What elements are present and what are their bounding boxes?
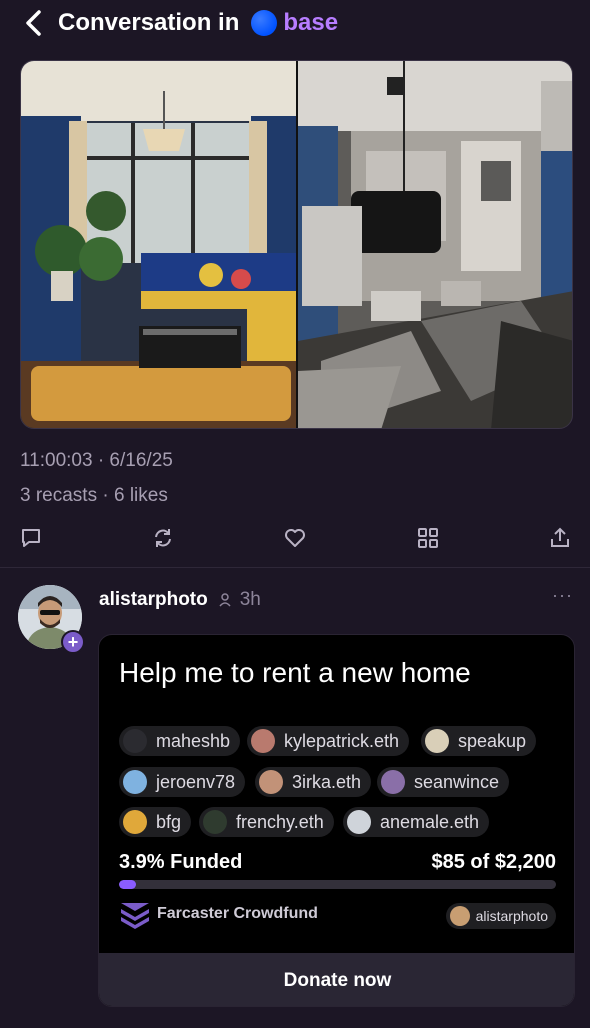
like-icon[interactable]: [283, 526, 307, 550]
avatar: [425, 729, 449, 753]
funding-progress-fill: [119, 880, 137, 889]
donor-chip[interactable]: jeroenv78: [119, 767, 246, 797]
crowdfund-card[interactable]: Help me to rent a new home maheshb kylep…: [98, 634, 575, 1007]
user-icon: [218, 592, 234, 608]
divider: [0, 567, 590, 568]
donor-name: jeroenv78: [156, 771, 236, 792]
crowdfund-footer: Farcaster Crowdfund alistarphoto: [119, 901, 556, 929]
donor-name: anemale.eth: [380, 811, 480, 832]
donor-chip[interactable]: kylepatrick.eth: [247, 726, 410, 756]
reply-icon[interactable]: [19, 526, 43, 550]
share-icon[interactable]: [548, 526, 572, 550]
avatar: [123, 810, 147, 834]
donor-name: maheshb: [156, 730, 231, 751]
donor-name: speakup: [458, 730, 527, 751]
donor-chip[interactable]: 3irka.eth: [255, 767, 372, 797]
reply-author-row: alistarphoto 3h: [99, 588, 261, 612]
cast-action-bar: [0, 520, 590, 556]
donor-chip[interactable]: seanwince: [377, 767, 510, 797]
more-options-icon[interactable]: ···: [552, 585, 573, 606]
avatar: [347, 810, 371, 834]
living-room-photo: [21, 61, 297, 428]
donor-name: frenchy.eth: [236, 811, 324, 832]
cast-timestamp: 11:00:03 · 6/16/25: [20, 450, 173, 471]
author-name[interactable]: alistarphoto: [99, 589, 208, 611]
donor-chip[interactable]: frenchy.eth: [199, 807, 334, 837]
cast-image-collage[interactable]: [20, 60, 573, 429]
funded-percent: 3.9% Funded: [119, 851, 243, 873]
follow-plus-button[interactable]: +: [61, 630, 85, 654]
avatar: [123, 770, 147, 794]
donor-chip[interactable]: bfg: [119, 807, 192, 837]
channel-link[interactable]: base: [283, 9, 338, 37]
owner-chip[interactable]: alistarphoto: [445, 903, 556, 929]
page-title: Conversation in: [58, 9, 240, 36]
donor-name: bfg: [156, 811, 182, 832]
donor-chip[interactable]: speakup: [421, 726, 537, 756]
crowdfund-title: Help me to rent a new home: [119, 657, 471, 688]
donor-name: kylepatrick.eth: [284, 730, 400, 751]
cast-stats[interactable]: 3 recasts · 6 likes: [20, 485, 168, 507]
chevron-left-icon[interactable]: [24, 8, 46, 38]
funding-progress-bar: [119, 880, 556, 889]
base-channel-icon[interactable]: [251, 10, 278, 36]
donor-name: seanwince: [414, 771, 500, 792]
grid-icon[interactable]: [416, 526, 440, 550]
avatar: [123, 729, 147, 753]
donor-chip[interactable]: maheshb: [119, 726, 241, 756]
crowdfund-logo-icon: [119, 901, 151, 929]
platform-name: Farcaster Crowdfund: [157, 905, 318, 922]
avatar: [259, 770, 283, 794]
avatar: [203, 810, 227, 834]
owner-name: alistarphoto: [475, 908, 548, 924]
avatar: [449, 906, 470, 926]
destroyed-room-photo: [298, 61, 572, 428]
funding-summary: 3.9% Funded $85 of $2,200: [119, 851, 556, 874]
avatar: [251, 729, 275, 753]
funded-amount: $85 of $2,200: [431, 851, 556, 873]
donor-name: 3irka.eth: [292, 771, 362, 792]
header-bar: Conversation in base: [0, 0, 590, 46]
recast-icon[interactable]: [151, 526, 175, 550]
post-time: 3h: [239, 589, 261, 610]
avatar: [381, 770, 405, 794]
donate-button[interactable]: Donate now: [99, 953, 574, 1006]
donor-chip[interactable]: anemale.eth: [343, 807, 490, 837]
